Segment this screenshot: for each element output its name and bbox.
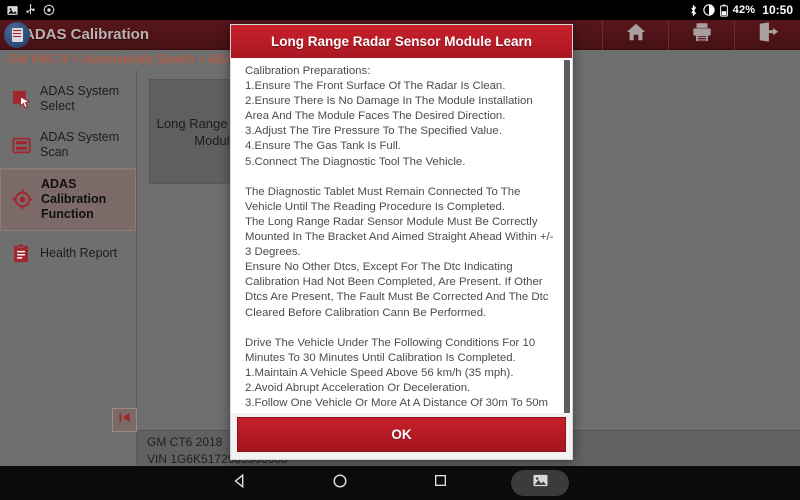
back-triangle-icon	[232, 473, 248, 494]
calibration-instructions-dialog: Long Range Radar Sensor Module Learn Cal…	[230, 24, 573, 460]
sidebar-item-health-report[interactable]: Health Report	[0, 231, 136, 275]
sidebar-item-label: ADAS Calibration Function	[41, 177, 107, 221]
brightness-icon	[702, 4, 715, 16]
usb-icon	[25, 4, 36, 16]
home-icon	[625, 21, 647, 48]
battery-percent: 42%	[732, 4, 756, 16]
status-bar-clock: 10:50	[762, 3, 793, 17]
screenshot-icon	[7, 5, 18, 16]
status-bar-right-icons: 42% 10:50	[689, 3, 793, 17]
home-circle-icon	[332, 473, 348, 494]
printer-icon	[691, 21, 713, 48]
adas-app-logo-icon	[4, 21, 30, 48]
android-screenshot-button[interactable]	[490, 466, 590, 500]
print-button[interactable]	[668, 19, 734, 50]
tablet-screen: 42% 10:50 ADAS Calibration GM V48.74 > A…	[0, 0, 800, 500]
target-crosshair-icon	[11, 189, 33, 211]
settings-gear-icon	[43, 4, 55, 16]
sidebar-collapse-button[interactable]	[112, 408, 137, 432]
android-recents-button[interactable]	[390, 466, 490, 500]
android-home-button[interactable]	[290, 466, 390, 500]
app-header-actions	[602, 19, 800, 50]
sidebar-item-adas-calibration-function[interactable]: ADAS Calibration Function	[0, 168, 136, 231]
exit-icon	[757, 21, 779, 48]
dialog-body: Calibration Preparations: 1.Ensure The F…	[231, 58, 572, 413]
dialog-instructions-text: Calibration Preparations: 1.Ensure The F…	[245, 65, 554, 413]
sidebar-item-label: ADAS System Scan	[40, 130, 120, 159]
clipboard-report-icon	[10, 242, 32, 264]
sidebar-item-adas-system-select[interactable]: ADAS System Select	[0, 76, 136, 122]
status-bar-left-icons	[7, 4, 55, 16]
dialog-scrollbar[interactable]	[564, 60, 570, 413]
page-title: ADAS Calibration	[24, 26, 150, 43]
cursor-select-icon	[10, 88, 32, 110]
battery-icon	[719, 4, 728, 17]
bluetooth-icon	[689, 4, 698, 17]
sidebar-item-label: Health Report	[40, 245, 118, 260]
ok-button[interactable]: OK	[237, 417, 566, 452]
dialog-footer: OK	[231, 413, 572, 459]
sidebar-item-adas-system-scan[interactable]: ADAS System Scan	[0, 122, 136, 168]
exit-button[interactable]	[734, 19, 800, 50]
android-nav-bar	[0, 466, 800, 500]
sidebar-item-label: ADAS System Select	[40, 84, 120, 113]
home-button[interactable]	[602, 19, 668, 50]
android-status-bar: 42% 10:50	[0, 0, 800, 20]
screenshot-pill[interactable]	[511, 470, 569, 496]
breadcrumb[interactable]: GM V48.74 > Automatically Search > ADAS …	[8, 52, 262, 66]
recents-square-icon	[433, 473, 448, 493]
scan-icon	[10, 134, 32, 156]
collapse-left-icon	[118, 411, 131, 429]
dialog-title: Long Range Radar Sensor Module Learn	[231, 25, 572, 58]
screenshot-icon	[532, 473, 548, 493]
android-back-button[interactable]	[190, 466, 290, 500]
